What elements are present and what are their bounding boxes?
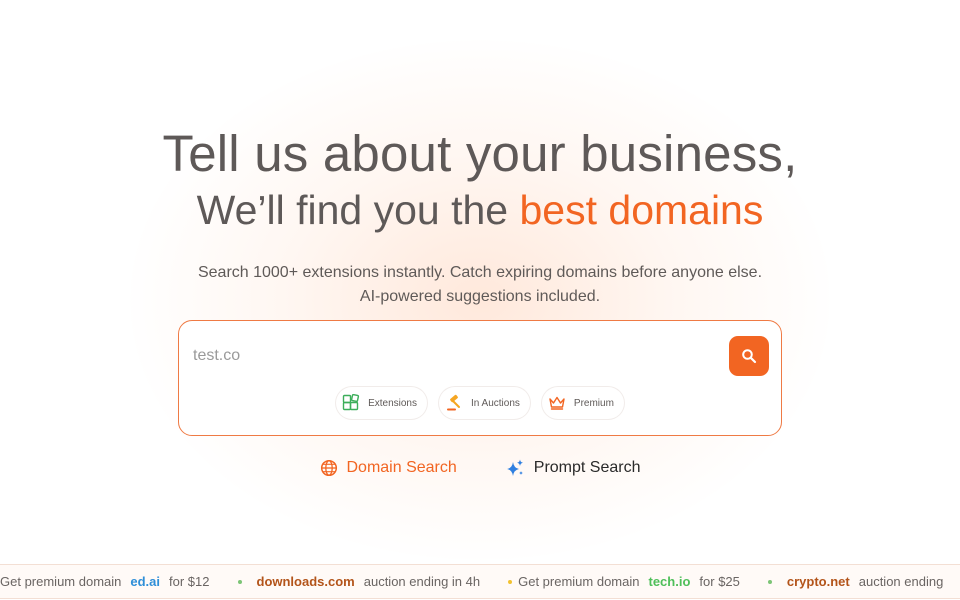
ticker-dot (508, 579, 513, 584)
domain-ticker: Get premium domain ed.ai for $12 downloads.… (0, 564, 960, 599)
search-button[interactable] (729, 336, 769, 376)
ticker-track: Get premium domain ed.ai for $12 downloads.… (0, 565, 960, 598)
domain-search-tab[interactable]: Domain Search (320, 458, 457, 478)
ticker-trail-text: for $25 (699, 574, 740, 589)
hero-description: Search 1000+ extensions instantly. Catch… (0, 261, 960, 309)
ticker-item[interactable]: downloads.com auction ending in 4h (237, 574, 509, 589)
chip-extensions[interactable]: Extensions (336, 387, 427, 419)
chip-in-auctions-label: In Auctions (470, 397, 520, 409)
ticker-domain[interactable]: ed.ai (130, 574, 160, 589)
search-input[interactable] (193, 339, 713, 373)
hero-title: Tell us about your business, (162, 125, 798, 182)
ticker-domain[interactable]: downloads.com (257, 574, 355, 589)
crown-icon (549, 396, 565, 410)
search-mode-toggle: Domain Search Prompt Search (0, 458, 960, 478)
hero-subheading-accent: best domains (519, 187, 764, 233)
domain-search-label: Domain Search (346, 459, 457, 476)
chip-in-auctions[interactable]: In Auctions (438, 387, 530, 419)
prompt-search-tab[interactable]: Prompt Search (505, 458, 641, 478)
hero-description-line2: AI-powered suggestions included. (359, 288, 601, 305)
search-icon (742, 349, 757, 364)
chip-extensions-label: Extensions (368, 397, 417, 409)
extensions-icon (342, 394, 360, 411)
ticker-domain[interactable]: crypto.net (787, 574, 850, 589)
search-box: Extensions In Auctions Premium (178, 320, 782, 436)
ticker-trail-text: auction ending (858, 574, 944, 589)
hero-description-line1: Search 1000+ extensions instantly. Catch… (197, 264, 763, 281)
chip-premium-label: Premium (573, 397, 614, 409)
ticker-lead-text: Get premium domain (518, 574, 640, 589)
ticker-lead-text: Get premium domain (0, 574, 122, 589)
ticker-trail-text: for $12 (169, 574, 210, 589)
ticker-item[interactable]: crypto.net auction ending (767, 574, 960, 589)
ticker-domain[interactable]: tech.io (649, 574, 691, 589)
chip-premium[interactable]: Premium (541, 387, 624, 419)
ticker-item[interactable]: Get premium domain tech.io for $25 (508, 574, 768, 589)
globe-icon (320, 459, 337, 477)
ticker-dot (237, 579, 242, 584)
ticker-dot (767, 579, 772, 584)
ticker-trail-text: auction ending in 4h (363, 574, 481, 589)
sparkles-icon (506, 459, 523, 476)
hero: Tell us about your business, We’ll find … (0, 124, 960, 309)
hero-subheading: We’ll find you the best domains (0, 185, 960, 235)
hero-subheading-prefix: We’ll find you the (196, 187, 520, 233)
prompt-search-label: Prompt Search (533, 459, 641, 476)
gavel-icon (446, 394, 460, 411)
search-filter-chips: Extensions In Auctions Premium (179, 387, 781, 419)
ticker-item[interactable]: Get premium domain ed.ai for $12 (0, 574, 238, 589)
